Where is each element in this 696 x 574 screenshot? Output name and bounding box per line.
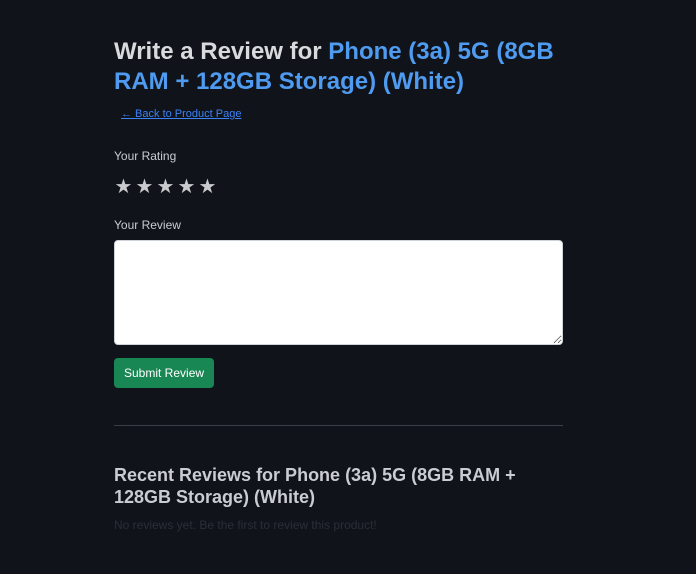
star-icon-5[interactable]: ★ (198, 176, 217, 198)
submit-review-button[interactable]: Submit Review (114, 358, 215, 388)
back-to-product-link[interactable]: ← Back to Product Page (121, 108, 241, 120)
no-reviews-message: No reviews yet. Be the first to review t… (114, 518, 377, 532)
star-icon-2[interactable]: ★ (135, 176, 154, 198)
star-rating: ★ ★ ★ ★ ★ (114, 176, 217, 198)
review-label: Your Review (114, 218, 181, 232)
rating-label: Your Rating (114, 149, 177, 163)
section-divider (114, 425, 563, 426)
star-icon-3[interactable]: ★ (156, 176, 175, 198)
page-title-prefix: Write a Review for (114, 38, 329, 65)
page-title: Write a Review for Phone (3a) 5G (8GB RA… (114, 37, 563, 97)
recent-reviews-title: Recent Reviews for Phone (3a) 5G (8GB RA… (114, 465, 516, 507)
star-icon-4[interactable]: ★ (177, 176, 196, 198)
star-icon-1[interactable]: ★ (114, 176, 133, 198)
review-textarea[interactable] (114, 240, 563, 345)
